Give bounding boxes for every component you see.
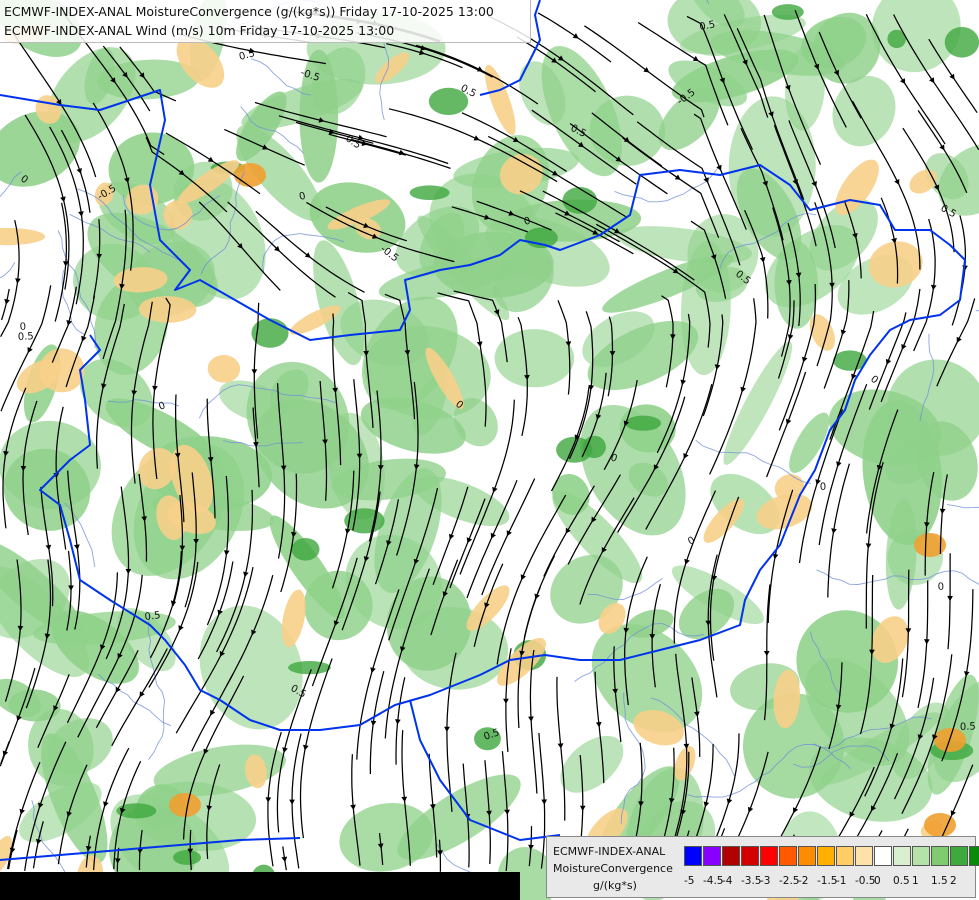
contour-label: 0.5 [18, 331, 34, 343]
legend-swatch [836, 846, 854, 866]
strong-convergence-area [291, 538, 320, 561]
legend-swatch [912, 846, 930, 866]
legend-swatch [760, 846, 778, 866]
strong-convergence-area [771, 4, 804, 20]
strong-convergence-area [173, 850, 201, 865]
legend-parameter: MoistureConvergence [553, 862, 673, 875]
legend-tick: -1.5 [817, 875, 838, 887]
legend-tick: -3.5 [741, 875, 762, 887]
strong-divergence-area [234, 163, 266, 187]
legend-tick: -1 [836, 875, 847, 887]
legend-swatch [893, 846, 911, 866]
title-moisture-convergence: ECMWF-INDEX-ANAL MoistureConvergence (g/… [4, 4, 494, 19]
legend-tick: 2 [950, 875, 957, 887]
legend-color-scale [684, 846, 979, 866]
legend-swatch [817, 846, 835, 866]
legend-tick: -4.5 [703, 875, 724, 887]
legend-tick: 0 [874, 875, 881, 887]
no-data-area [0, 872, 520, 900]
contour-label: 0 [937, 581, 944, 593]
legend-swatch [722, 846, 740, 866]
strong-divergence-area [169, 793, 201, 817]
moisture-convergence-field [0, 0, 979, 900]
legend-swatch [969, 846, 979, 866]
legend-tick: 1.5 [931, 875, 948, 887]
legend-swatch [931, 846, 949, 866]
legend-tick: -2 [798, 875, 809, 887]
weather-map: 0 0 0 0 0 0 0 0 0 0 0 0.5 0.5 0.5 0.5 0.5 0.5 0.5 0.5 0.5 0.… [0, 0, 979, 900]
legend-swatch [874, 846, 892, 866]
legend-tick: 0.5 [893, 875, 910, 887]
legend-tick-labels: -5 -4.5 -4 -3.5 -3 -2.5 -2 -1.5 -1 -0.5 0 0.5 1 1.5 2 [684, 875, 969, 887]
legend-swatch [779, 846, 797, 866]
map-canvas: 000000000000.50.50.50.50.50.50.50.50.50.… [0, 0, 979, 900]
legend-tick: -5 [684, 875, 695, 887]
legend-unit: g/(kg*s) [593, 879, 637, 892]
contour-label: 0.5 [960, 721, 976, 733]
strong-convergence-area [625, 415, 662, 431]
legend-swatch [741, 846, 759, 866]
legend: ECMWF-INDEX-ANAL MoistureConvergence g/(… [546, 836, 979, 898]
legend-swatch [798, 846, 816, 866]
strong-convergence-area [409, 185, 450, 200]
strong-convergence-area [944, 27, 979, 58]
contour-label: 0 [820, 482, 827, 493]
contour-label: 0.5 [144, 610, 161, 623]
title-wind: ECMWF-INDEX-ANAL Wind (m/s) 10m Friday 1… [4, 23, 395, 38]
legend-swatch [684, 846, 702, 866]
map-title-box: ECMWF-INDEX-ANAL MoistureConvergence (g/… [0, 0, 531, 43]
strong-convergence-area [562, 187, 598, 214]
legend-tick: -2.5 [779, 875, 800, 887]
legend-tick: -3 [760, 875, 771, 887]
legend-tick: -4 [722, 875, 733, 887]
legend-tick: 1 [912, 875, 919, 887]
legend-swatch [703, 846, 721, 866]
legend-swatch [855, 846, 873, 866]
legend-model: ECMWF-INDEX-ANAL [553, 845, 666, 858]
legend-swatch [950, 846, 968, 866]
strong-convergence-area [288, 661, 331, 675]
legend-tick: -0.5 [855, 875, 876, 887]
